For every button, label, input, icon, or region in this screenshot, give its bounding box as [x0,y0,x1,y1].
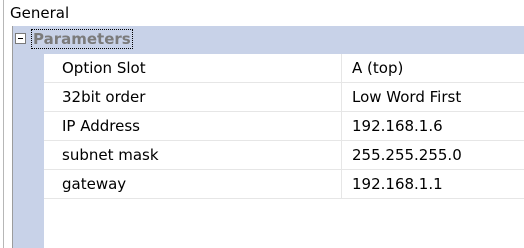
property-row-gateway[interactable]: gateway 192.168.1.1 [44,170,524,199]
property-name: subnet mask [62,146,159,164]
property-row-option-slot[interactable]: Option Slot A (top) [44,54,524,83]
minus-box-icon[interactable] [15,33,26,44]
column-divider[interactable] [341,112,342,141]
group-title: General [10,4,70,22]
property-value[interactable]: Low Word First [352,83,461,111]
property-name: IP Address [62,117,140,135]
property-value[interactable]: 255.255.255.0 [352,141,462,169]
property-row-subnet-mask[interactable]: subnet mask 255.255.255.0 [44,141,524,170]
column-divider[interactable] [341,54,342,83]
property-value[interactable]: 192.168.1.6 [352,112,443,140]
property-name: Option Slot [62,59,146,77]
property-grid: Parameters Option Slot A (top) 32bit ord… [4,26,524,248]
column-divider[interactable] [341,170,342,199]
category-row-parameters[interactable]: Parameters [13,26,524,54]
property-grid-window: General Parameters Option Slot A (top) 3… [0,0,524,248]
property-value[interactable]: A (top) [352,54,403,82]
property-row-32bit-order[interactable]: 32bit order Low Word First [44,83,524,112]
column-divider[interactable] [341,141,342,170]
property-row-ip-address[interactable]: IP Address 192.168.1.6 [44,112,524,141]
property-value[interactable]: 192.168.1.1 [352,170,443,198]
category-label[interactable]: Parameters [31,29,133,49]
property-name: gateway [62,175,127,193]
column-divider[interactable] [341,83,342,112]
category-gutter [13,54,44,248]
property-name: 32bit order [62,88,146,106]
group-header: General [4,0,524,26]
